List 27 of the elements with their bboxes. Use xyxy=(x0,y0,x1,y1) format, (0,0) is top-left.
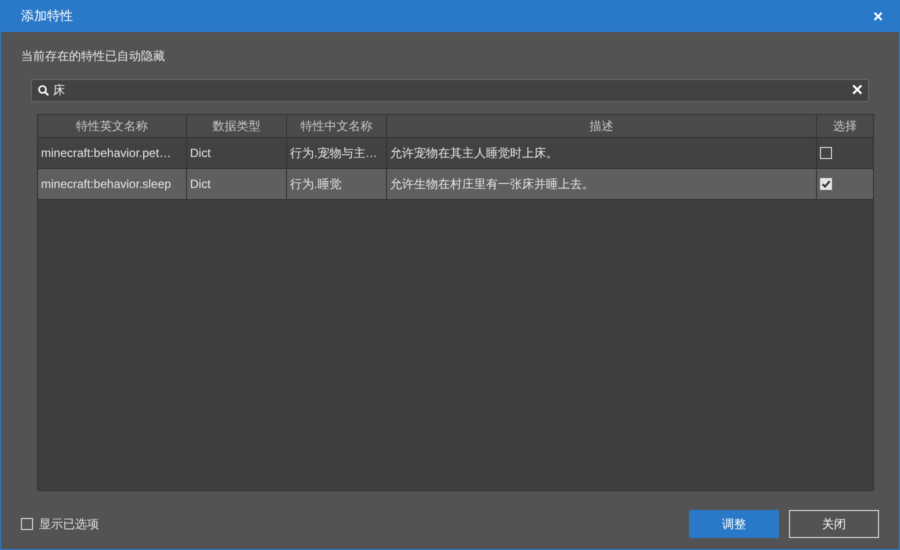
search-field[interactable]: 床 ✕ xyxy=(31,79,869,102)
checkbox-label: 显示已选项 xyxy=(39,516,99,532)
column-header[interactable]: 特性英文名称 xyxy=(38,115,187,137)
search-icon xyxy=(38,85,49,96)
table-row[interactable]: minecraft:behavior.sleep Dict 行为.睡觉 允许生物在村庄里有一张床并睡上去。 xyxy=(38,169,873,200)
column-header[interactable]: 描述 xyxy=(387,115,817,137)
clear-button[interactable]: ✕ xyxy=(851,83,864,98)
close-button[interactable]: × xyxy=(873,8,883,24)
table-cell: Dict xyxy=(187,138,287,168)
column-header[interactable]: 选择 xyxy=(817,115,873,137)
table-row[interactable]: minecraft:behavior.pet… Dict 行为.宠物与主… 允许宠物在其主人睡觉时上床。 xyxy=(38,138,873,169)
show-selected-checkbox[interactable] xyxy=(21,518,33,530)
table-cell: 允许生物在村庄里有一张床并睡上去。 xyxy=(387,169,817,199)
close-dialog-button[interactable]: 关闭 xyxy=(789,510,879,538)
table-cell: minecraft:behavior.pet… xyxy=(38,138,187,168)
adjust-button[interactable]: 调整 xyxy=(689,510,779,538)
hint-text: 当前存在的特性已自动隐藏 xyxy=(21,48,165,65)
table-cell: 行为.宠物与主… xyxy=(287,138,387,168)
table-cell: 允许宠物在其主人睡觉时上床。 xyxy=(387,138,817,168)
column-header[interactable]: 数据类型 xyxy=(187,115,287,137)
column-header[interactable]: 特性中文名称 xyxy=(287,115,387,137)
table-cell: minecraft:behavior.sleep xyxy=(38,169,187,199)
window-title: 添加特性 xyxy=(21,7,73,25)
table-cell: 行为.睡觉 xyxy=(287,169,387,199)
table-cell: Dict xyxy=(187,169,287,199)
row-checkbox[interactable] xyxy=(820,178,832,190)
row-checkbox[interactable] xyxy=(820,147,832,159)
